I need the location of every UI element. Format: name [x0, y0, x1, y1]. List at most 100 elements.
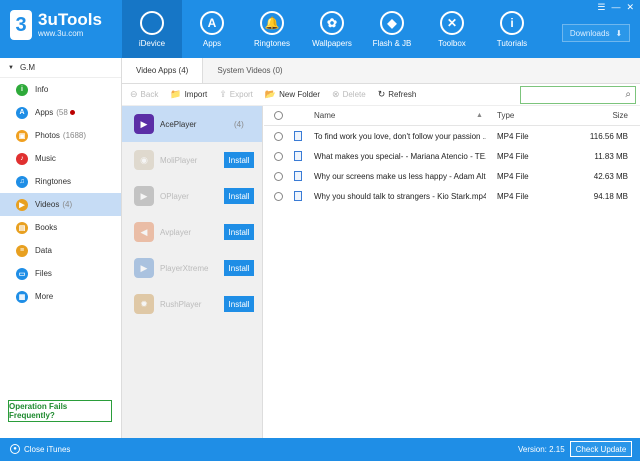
delete-icon: ⊗ — [332, 89, 340, 99]
new-folder-button[interactable]: 📂 New Folder — [265, 89, 320, 100]
delete-button[interactable]: ⊗ Delete — [332, 89, 366, 100]
sidebar-item-info[interactable]: i Info — [0, 78, 121, 101]
row-select-radio[interactable] — [274, 131, 283, 141]
file-size: 42.63 MB — [593, 171, 628, 181]
row-select-radio[interactable] — [274, 151, 283, 161]
search-box[interactable]: ⌕ — [520, 86, 636, 104]
install-button[interactable]: Install — [224, 224, 254, 240]
sidebar-item-label: Music — [35, 154, 56, 163]
downloads-label: Downloads — [569, 28, 610, 38]
moliplayer-icon: ◉ — [134, 150, 154, 170]
toolbar-label: Delete — [342, 90, 366, 99]
sidebar-item-label: More — [35, 292, 54, 301]
sidebar-item-music[interactable]: ♪ Music — [0, 147, 121, 170]
nav-label: Wallpapers — [312, 38, 352, 48]
close-itunes-button[interactable]: ● Close iTunes — [10, 444, 70, 454]
nav-item-idevice[interactable]: iDevice — [122, 0, 182, 58]
sidebar-item-data[interactable]: ≡ Data — [0, 239, 121, 262]
install-button[interactable]: Install — [224, 188, 254, 204]
close-itunes-label: Close iTunes — [24, 444, 71, 454]
sidebar-item-books[interactable]: ▤ Books — [0, 216, 121, 239]
info-icon: i — [16, 83, 28, 96]
tab-video-apps[interactable]: Video Apps (4) — [122, 58, 204, 83]
appstore-icon: A — [200, 10, 224, 35]
export-button[interactable]: ⇪ Export — [219, 89, 253, 100]
sidebar-item-count: (1688) — [62, 131, 87, 140]
playerxtreme-icon: ▶ — [134, 258, 154, 278]
export-icon: ⇪ — [219, 89, 227, 99]
sidebar-list: i Info A Apps (58 ▣ Photos (1688) ♪ Music ♫ Rington… — [0, 78, 121, 308]
sidebar-item-label: Photos — [35, 131, 60, 140]
music-icon: ♪ — [16, 152, 28, 165]
file-name: What makes you special- - Mariana Atenci… — [314, 151, 486, 161]
operation-fails-button[interactable]: Operation Fails Frequently? — [8, 400, 112, 422]
video-file-icon — [294, 131, 302, 141]
app-row-rushplayer[interactable]: ✹ RushPlayer Install — [122, 286, 262, 322]
install-button[interactable]: Install — [224, 152, 254, 168]
app-name: MoliPlayer — [160, 155, 198, 165]
nav-item-ringtones[interactable]: 🔔 Ringtones — [242, 0, 302, 58]
app-row-avplayer[interactable]: ◀ Avplayer Install — [122, 214, 262, 250]
sidebar-item-more[interactable]: ▦ More — [0, 285, 121, 308]
menu-icon[interactable]: ☰ — [597, 2, 605, 13]
device-header[interactable]: ▼ G.M — [0, 58, 121, 78]
app-row-playerxtreme[interactable]: ▶ PlayerXtreme Install — [122, 250, 262, 286]
nav-item-tutorials[interactable]: i Tutorials — [482, 0, 542, 58]
row-select-radio[interactable] — [274, 191, 283, 201]
power-icon: ● — [10, 444, 20, 454]
sidebar-item-label: Ringtones — [35, 177, 72, 186]
check-update-button[interactable]: Check Update — [570, 441, 632, 457]
close-icon[interactable]: ✕ — [626, 2, 634, 13]
nav-label: Toolbox — [438, 38, 466, 48]
app-row-moliplayer[interactable]: ◉ MoliPlayer Install — [122, 142, 262, 178]
file-row[interactable]: What makes you special- - Mariana Atenci… — [264, 146, 640, 166]
version-label: Version: 2.15 — [518, 445, 565, 454]
column-size[interactable]: Size — [612, 111, 628, 120]
sort-arrow-icon: ▲ — [476, 112, 483, 119]
sidebar-item-label: Videos — [35, 200, 60, 209]
column-type[interactable]: Type — [497, 111, 514, 120]
sidebar-item-photos[interactable]: ▣ Photos (1688) — [0, 124, 121, 147]
nav-item-flash-jb[interactable]: ◆ Flash & JB — [362, 0, 422, 58]
refresh-button[interactable]: ↻ Refresh — [378, 89, 417, 100]
file-size: 94.18 MB — [593, 191, 628, 201]
dropbox-icon: ◆ — [380, 10, 404, 35]
top-bar: 3 3uTools www.3u.com iDevice A Apps 🔔 Ringto… — [0, 0, 640, 58]
app-name: PlayerXtreme — [160, 263, 209, 273]
main-nav: iDevice A Apps 🔔 Ringtones ✿ Wallpapers ◆ Flash … — [122, 0, 542, 58]
file-row[interactable]: Why you should talk to strangers - Kio S… — [264, 186, 640, 206]
toolbar-label: New Folder — [279, 90, 321, 99]
install-button[interactable]: Install — [224, 296, 254, 312]
column-name[interactable]: Name — [314, 111, 486, 120]
file-row[interactable]: To find work you love, don't follow your… — [264, 126, 640, 146]
file-type: MP4 File — [497, 191, 529, 201]
file-row[interactable]: Why our screens make us less happy - Ada… — [264, 166, 640, 186]
nav-item-apps[interactable]: A Apps — [182, 0, 242, 58]
back-button[interactable]: ⊖ Back — [130, 89, 158, 100]
status-bar: ● Close iTunes Version: 2.15 Check Updat… — [0, 438, 640, 461]
notification-dot — [69, 110, 75, 115]
row-select-radio[interactable] — [274, 171, 283, 181]
oplayer-icon: ▶ — [134, 186, 154, 206]
install-button[interactable]: Install — [224, 260, 254, 276]
window-controls: ☰ — ✕ — [597, 2, 634, 13]
sidebar-item-files[interactable]: ▭ Files — [0, 262, 121, 285]
minimize-icon[interactable]: — — [611, 2, 620, 13]
more-icon: ▦ — [16, 290, 28, 303]
sidebar-item-label: Data — [35, 246, 52, 255]
sidebar-item-videos[interactable]: ▶ Videos (4) — [0, 193, 121, 216]
sidebar-item-apps[interactable]: A Apps (58 — [0, 101, 121, 124]
search-icon[interactable]: ⌕ — [625, 89, 631, 100]
downloads-button[interactable]: Downloads ⬇ — [562, 24, 630, 42]
nav-item-toolbox[interactable]: ✕ Toolbox — [422, 0, 482, 58]
nav-item-wallpapers[interactable]: ✿ Wallpapers — [302, 0, 362, 58]
select-all-radio[interactable] — [274, 111, 283, 120]
app-logo: 3 3uTools www.3u.com — [10, 10, 102, 40]
import-button[interactable]: 📁 Import — [170, 89, 207, 100]
app-row-aceplayer[interactable]: ▶ AcePlayer (4) — [122, 106, 262, 142]
app-row-oplayer[interactable]: ▶ OPlayer Install — [122, 178, 262, 214]
tab-system-videos[interactable]: System Videos (0) — [203, 58, 296, 83]
main-content: Video Apps (4) System Videos (0) ⊖ Back 📁 Im… — [122, 58, 640, 438]
bell-icon: ♫ — [16, 175, 28, 188]
sidebar-item-ringtones[interactable]: ♫ Ringtones — [0, 170, 121, 193]
